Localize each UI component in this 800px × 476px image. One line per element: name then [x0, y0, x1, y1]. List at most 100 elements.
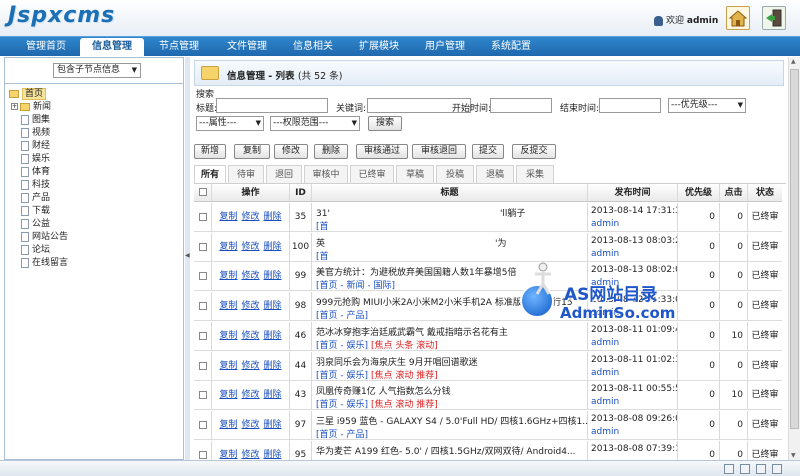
nav-tab-info-related[interactable]: 信息相关 — [280, 37, 346, 57]
tree-node-finance[interactable]: 财经 — [21, 140, 50, 152]
row-edit-link[interactable]: 修改 — [241, 301, 259, 311]
nav-tab-config[interactable]: 系统配置 — [478, 37, 544, 57]
row-author[interactable]: admin — [591, 368, 619, 378]
row-edit-link[interactable]: 修改 — [241, 212, 259, 222]
tab-final-approved[interactable]: 已终审 — [350, 165, 394, 183]
tab-reviewing[interactable]: 审核中 — [304, 165, 348, 183]
row-title-link[interactable]: 华为麦芒 A199 红色- 5.0' / 四核1.5GHz/双网双待/ Andr… — [316, 444, 576, 457]
row-edit-link[interactable]: 修改 — [241, 450, 259, 460]
row-copy-link[interactable]: 复制 — [219, 361, 237, 371]
row-copy-link[interactable]: 复制 — [219, 331, 237, 341]
row-title-link[interactable]: 999元抢购 MIUI小米2A小米M2小米手机2A 标准版16G 国行15 — [316, 295, 573, 308]
row-delete-link[interactable]: 删除 — [264, 271, 282, 281]
row-node-path[interactable]: [首页 - 娱乐] — [316, 371, 368, 380]
row-author[interactable]: admin — [591, 249, 619, 259]
row-node-path[interactable]: [首 — [316, 222, 329, 231]
row-delete-link[interactable]: 删除 — [264, 242, 282, 252]
include-children-select[interactable]: 包含子节点信息 ▼ — [53, 63, 141, 78]
home-button[interactable] — [726, 6, 750, 30]
row-delete-link[interactable]: 删除 — [264, 420, 282, 430]
row-checkbox[interactable] — [198, 420, 207, 429]
row-author[interactable]: admin — [591, 427, 619, 437]
select-all-checkbox[interactable] — [198, 188, 207, 196]
add-button[interactable]: 新增 — [194, 144, 226, 159]
row-title-link[interactable]: 美官方统计：为避税放弃美国国籍人数1年暴增5倍 — [316, 265, 516, 278]
copy-button[interactable]: 复制 — [234, 144, 270, 159]
tab-rejected-contribution[interactable]: 退稿 — [476, 165, 514, 183]
scroll-up-icon[interactable]: ▲ — [791, 58, 796, 65]
expand-plus-icon[interactable]: + — [11, 103, 18, 110]
tab-all[interactable]: 所有 — [194, 165, 226, 183]
row-title-link[interactable]: 三星 i959 蓝色 - GALAXY S4 / 5.0'Full HD/ 四核… — [316, 414, 587, 427]
row-delete-link[interactable]: 删除 — [264, 301, 282, 311]
tree-node-sports[interactable]: 体育 — [21, 166, 50, 178]
row-node-path[interactable]: [首页 - 娱乐] — [316, 341, 368, 350]
attribute-select[interactable]: ---属性--- ▼ — [196, 116, 264, 131]
row-title-link[interactable]: 凤凰传奇赚1亿 人气指数怎么分钱 — [316, 384, 451, 397]
row-author[interactable]: admin — [591, 338, 619, 348]
row-copy-link[interactable]: 复制 — [219, 271, 237, 281]
start-time-input[interactable] — [490, 98, 552, 113]
search-button[interactable]: 搜索 — [368, 116, 402, 131]
approve-button[interactable]: 审核通过 — [356, 144, 408, 159]
tools-icon[interactable] — [772, 464, 782, 474]
tree-node-products[interactable]: 产品 — [21, 192, 50, 204]
row-author[interactable]: admin — [591, 397, 619, 407]
row-delete-link[interactable]: 删除 — [264, 361, 282, 371]
row-author[interactable]: admin — [591, 219, 619, 229]
nav-tab-file[interactable]: 文件管理 — [214, 37, 280, 57]
tree-node-guestbook[interactable]: 在线留言 — [21, 257, 68, 269]
row-copy-link[interactable]: 复制 — [219, 420, 237, 430]
tab-returned[interactable]: 退回 — [266, 165, 302, 183]
row-delete-link[interactable]: 删除 — [264, 450, 282, 460]
flag-icon[interactable] — [756, 464, 766, 474]
row-checkbox[interactable] — [198, 272, 207, 281]
nav-tab-node[interactable]: 节点管理 — [146, 37, 212, 57]
row-checkbox[interactable] — [198, 242, 207, 251]
row-node-path[interactable]: [首页 - 产品] — [316, 430, 368, 439]
row-edit-link[interactable]: 修改 — [241, 242, 259, 252]
submit-button[interactable]: 提交 — [472, 144, 504, 159]
window-icon[interactable] — [724, 464, 734, 474]
row-checkbox[interactable] — [198, 302, 207, 311]
tree-node-entertainment[interactable]: 娱乐 — [21, 153, 50, 165]
row-delete-link[interactable]: 删除 — [264, 212, 282, 222]
tree-node-charity[interactable]: 公益 — [21, 218, 50, 230]
vertical-scrollbar[interactable]: ▲ ▼ — [788, 57, 800, 460]
col-status[interactable]: 状态 — [748, 184, 782, 201]
row-delete-link[interactable]: 删除 — [264, 390, 282, 400]
scroll-down-icon[interactable]: ▼ — [791, 452, 796, 459]
tree-node-root[interactable]: 首页 — [9, 88, 47, 100]
permission-scope-select[interactable]: ---权限范围--- ▼ — [270, 116, 360, 131]
row-edit-link[interactable]: 修改 — [241, 331, 259, 341]
scroll-thumb[interactable] — [790, 69, 799, 429]
tab-collected[interactable]: 采集 — [516, 165, 554, 183]
tree-node-download[interactable]: 下载 — [21, 205, 50, 217]
row-author[interactable]: admin — [591, 278, 619, 288]
delete-button[interactable]: 删除 — [314, 144, 348, 159]
nav-tab-user[interactable]: 用户管理 — [412, 37, 478, 57]
row-checkbox[interactable] — [198, 331, 207, 340]
row-delete-link[interactable]: 删除 — [264, 331, 282, 341]
row-copy-link[interactable]: 复制 — [219, 390, 237, 400]
row-copy-link[interactable]: 复制 — [219, 242, 237, 252]
row-checkbox[interactable] — [198, 450, 207, 459]
row-node-path[interactable]: [首页 - 产品] — [316, 311, 368, 320]
tab-draft[interactable]: 草稿 — [396, 165, 434, 183]
col-title[interactable]: 标题 — [312, 184, 588, 201]
row-author[interactable]: admin — [591, 308, 619, 318]
tree-node-news[interactable]: + 新闻 — [11, 101, 51, 113]
collapse-arrow-icon[interactable]: ◀ — [185, 252, 190, 259]
row-checkbox[interactable] — [198, 213, 207, 221]
col-id[interactable]: ID — [290, 184, 312, 201]
edit-button[interactable]: 修改 — [274, 144, 308, 159]
row-copy-link[interactable]: 复制 — [219, 450, 237, 460]
row-edit-link[interactable]: 修改 — [241, 390, 259, 400]
tree-node-tech[interactable]: 科技 — [21, 179, 50, 191]
row-checkbox[interactable] — [198, 391, 207, 400]
tree-node-video[interactable]: 视频 — [21, 127, 50, 139]
row-copy-link[interactable]: 复制 — [219, 212, 237, 222]
row-checkbox[interactable] — [198, 361, 207, 370]
tree-node-announcement[interactable]: 网站公告 — [21, 231, 68, 243]
reject-button[interactable]: 审核退回 — [412, 144, 466, 159]
